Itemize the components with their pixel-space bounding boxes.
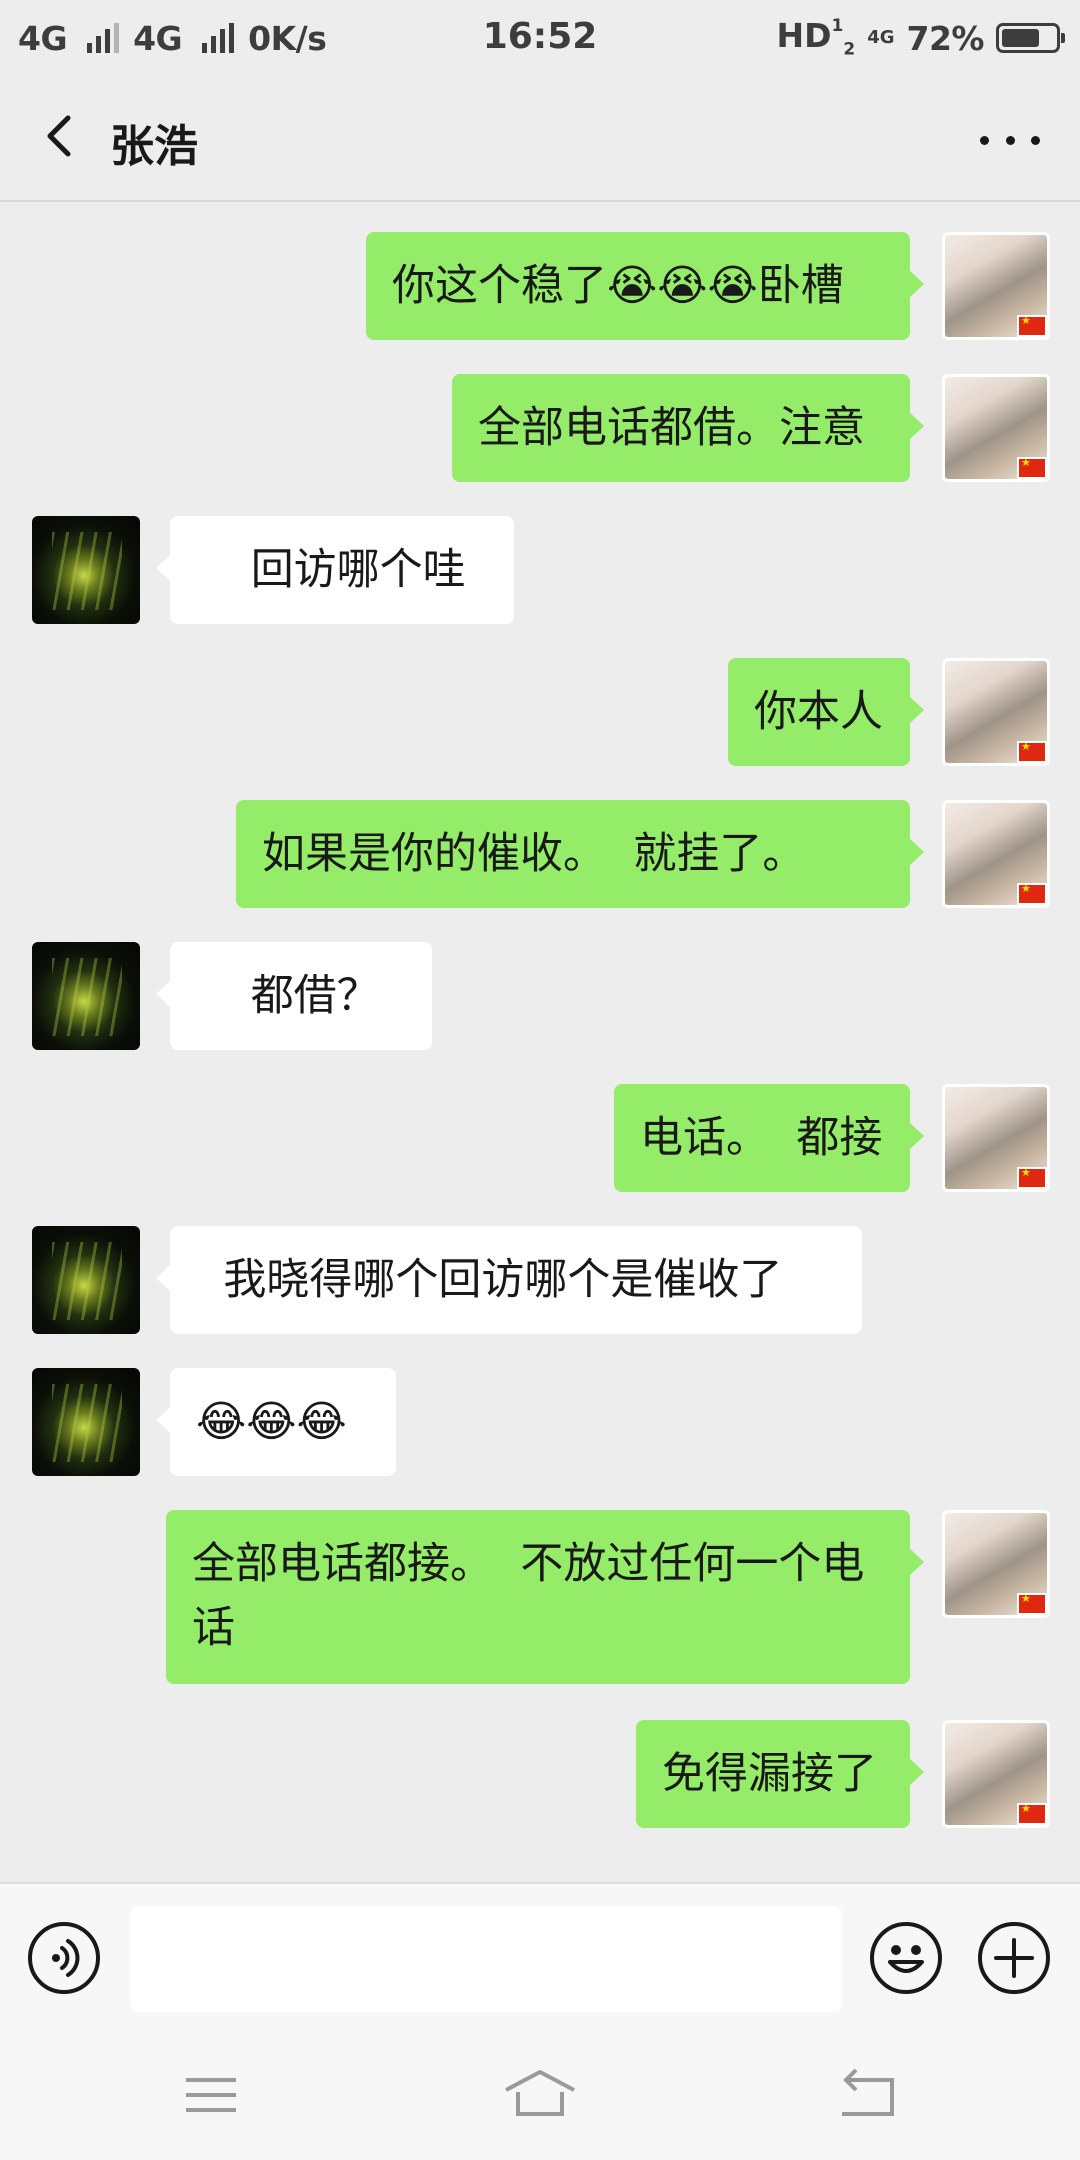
my-avatar[interactable] [942,1510,1050,1618]
my-message-bubble[interactable]: 全部电话都接。 不放过任何一个电话 [166,1510,924,1684]
voice-icon [52,1939,80,1977]
my-avatar[interactable] [942,658,1050,766]
my-message-bubble[interactable]: 如果是你的催收。 就挂了。 [236,800,924,908]
input-bar [0,1882,1080,2030]
return-icon [842,2068,894,2116]
return-button[interactable] [828,2066,908,2126]
message-input[interactable] [130,1906,842,2012]
china-flag-icon [1017,456,1047,479]
chat-screen: 4G 4G 0K/s 16:52 HD12 4G 72% 张浩 你这个稳了😭😭😭… [0,0,1080,2160]
china-flag-icon [1017,1802,1047,1825]
china-flag-icon [1017,740,1047,763]
battery-fill [1002,29,1039,47]
chevron-left-icon [47,115,71,157]
my-avatar[interactable] [942,374,1050,482]
battery-percent: 72% [906,18,985,58]
message-row: 都借？ [0,942,1080,1050]
contact-message-bubble[interactable]: 😂😂😂 [156,1368,396,1476]
contact-avatar[interactable] [32,942,140,1050]
hd-label: HD [776,16,832,56]
china-flag-icon [1017,882,1047,905]
my-message-bubble[interactable]: 你本人 [728,658,924,766]
message-row: 回访哪个哇 [0,516,1080,624]
china-flag-icon [1017,314,1047,337]
message-list[interactable]: 你这个稳了😭😭😭卧槽全部电话都借。注意 回访哪个哇你本人如果是你的催收。 就挂了… [0,202,1080,1882]
home-icon [505,2070,575,2116]
emoji-button[interactable] [870,1922,942,1994]
my-message-bubble[interactable]: 电话。 都接 [614,1084,924,1192]
message-row: 你本人 [0,658,1080,766]
back-button[interactable] [30,106,90,166]
contact-avatar[interactable] [32,516,140,624]
smiley-icon [888,1945,924,1973]
my-message-bubble[interactable]: 你这个稳了😭😭😭卧槽 [366,232,924,340]
hd-sup: 1 [831,16,844,37]
hd-sub: 2 [843,39,856,60]
more-dot [1031,135,1040,145]
message-row: 😂😂😂 [0,1368,1080,1476]
contact-avatar[interactable] [32,1226,140,1334]
plus-icon [994,1938,1034,1978]
more-options-button[interactable] [980,110,1040,170]
system-nav-bar [0,2030,1080,2160]
chat-title: 张浩 [110,121,198,172]
my-avatar[interactable] [942,1720,1050,1828]
my-avatar[interactable] [942,1084,1050,1192]
voice-button[interactable] [28,1922,100,1994]
status-right: HD12 4G 72% [776,16,1065,60]
more-dot [1005,135,1015,145]
contact-message-bubble[interactable]: 回访哪个哇 [156,516,514,624]
home-button[interactable] [500,2066,580,2126]
small-network-label: 4G [867,27,895,48]
china-flag-icon [1017,1166,1047,1189]
message-row: 如果是你的催收。 就挂了。 [0,800,1080,908]
contact-message-bubble[interactable]: 我晓得哪个回访哪个是催收了 [156,1226,862,1334]
status-bar: 4G 4G 0K/s 16:52 HD12 4G 72% [0,0,1080,76]
plus-button[interactable] [978,1922,1050,1994]
message-row: 全部电话都接。 不放过任何一个电话 [0,1510,1080,1684]
chat-header: 张浩 [0,76,1080,202]
message-row: 电话。 都接 [0,1084,1080,1192]
message-row: 我晓得哪个回访哪个是催收了 [0,1226,1080,1334]
my-message-bubble[interactable]: 免得漏接了 [636,1720,924,1828]
my-message-bubble[interactable]: 全部电话都借。注意 [452,374,924,482]
china-flag-icon [1017,1592,1047,1615]
contact-avatar[interactable] [32,1368,140,1476]
message-row: 免得漏接了 [0,1720,1080,1828]
menu-lines-icon [186,2078,236,2112]
battery-icon [996,23,1065,53]
message-row: 全部电话都借。注意 [0,374,1080,482]
more-dots-icon [980,135,989,145]
my-avatar[interactable] [942,232,1050,340]
menu-button[interactable] [172,2066,252,2126]
hd-indicator: HD12 [776,16,855,60]
my-avatar[interactable] [942,800,1050,908]
message-row: 你这个稳了😭😭😭卧槽 [0,232,1080,340]
contact-message-bubble[interactable]: 都借？ [156,942,432,1050]
